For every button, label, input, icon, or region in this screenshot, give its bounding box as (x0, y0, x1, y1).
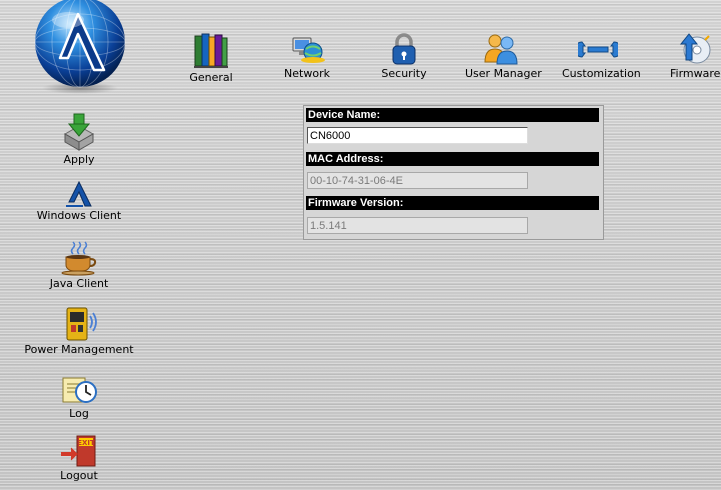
sidebar-item-windows-client[interactable]: Windows Client (0, 180, 158, 222)
coffee-cup-icon (61, 241, 97, 276)
sidebar-item-apply[interactable]: Apply (0, 112, 158, 166)
nav-security[interactable]: Security (381, 32, 427, 80)
device-info-panel: Device Name: MAC Address: Firmware Versi… (303, 105, 604, 240)
wrench-icon (578, 41, 618, 58)
sidebar-item-java-client[interactable]: Java Client (0, 240, 158, 290)
users-icon (484, 34, 518, 65)
download-apply-icon (63, 113, 95, 151)
sidebar-item-java-client-label: Java Client (49, 277, 109, 290)
sidebar-item-log[interactable]: Log (0, 372, 158, 420)
sidebar-item-apply-label: Apply (63, 153, 95, 166)
sidebar-item-power-management[interactable]: Power Management (0, 306, 158, 356)
nav-user-manager[interactable]: User Manager (465, 32, 542, 80)
padlock-icon (392, 33, 416, 65)
mac-address-field (307, 172, 528, 189)
device-name-label: Device Name: (306, 108, 599, 122)
firmware-version-field (307, 217, 528, 234)
nav-firmware[interactable]: Firmware (670, 30, 720, 80)
log-clock-icon (62, 377, 97, 403)
nav-network[interactable]: Network (284, 32, 330, 80)
windows-client-logo-icon (66, 180, 92, 207)
nav-general-label: General (189, 71, 233, 84)
sidebar-item-logout-label: Logout (60, 469, 98, 482)
mac-address-label: MAC Address: (306, 152, 599, 166)
nav-user-manager-label: User Manager (465, 67, 542, 80)
nav-customization[interactable]: Customization (562, 32, 641, 80)
exit-door-icon: EXIT (61, 435, 96, 467)
device-name-input[interactable] (307, 127, 528, 144)
power-device-icon (66, 307, 97, 341)
top-nav-bar: General Network Security User Manager Cu… (0, 0, 721, 100)
books-icon (194, 33, 228, 68)
nav-customization-label: Customization (562, 67, 641, 80)
svg-text:EXIT: EXIT (77, 439, 95, 447)
sidebar-item-power-management-label: Power Management (24, 343, 134, 356)
network-globe-icon (292, 37, 325, 63)
nav-firmware-label: Firmware (670, 67, 721, 80)
nav-security-label: Security (381, 67, 427, 80)
sidebar-item-windows-client-label: Windows Client (36, 209, 122, 222)
sidebar-item-log-label: Log (69, 407, 89, 420)
nav-general[interactable]: General (188, 30, 234, 84)
nav-network-label: Network (284, 67, 330, 80)
firmware-version-label: Firmware Version: (306, 196, 599, 210)
firmware-upgrade-icon (679, 33, 711, 64)
sidebar-item-logout[interactable]: EXIT Logout (0, 434, 158, 482)
